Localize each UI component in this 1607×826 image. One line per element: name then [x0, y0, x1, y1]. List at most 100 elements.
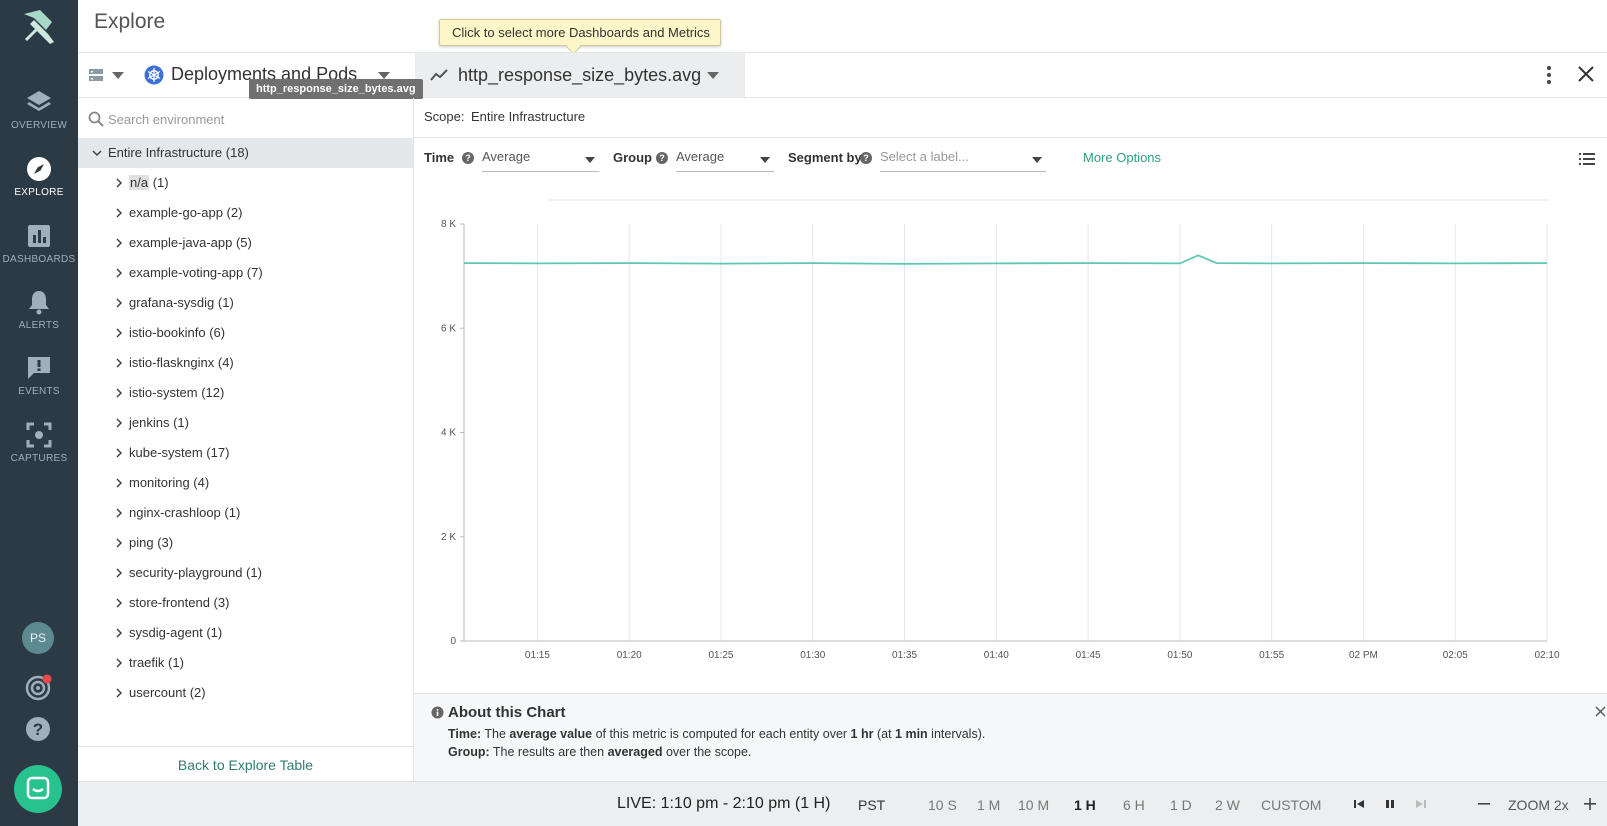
skip-forward-icon[interactable] — [1414, 797, 1428, 811]
layout-chevron-down-icon[interactable] — [112, 72, 124, 79]
chevron-right-icon[interactable] — [114, 658, 124, 668]
metric-selector-tab[interactable]: http_response_size_bytes.avg — [415, 53, 745, 97]
range-6h-button[interactable]: 6 H — [1123, 797, 1145, 813]
chevron-right-icon[interactable] — [114, 178, 124, 188]
chevron-right-icon[interactable] — [114, 508, 124, 518]
zoom-in-icon[interactable] — [1583, 797, 1597, 811]
radar-notification-icon[interactable] — [24, 674, 52, 702]
timezone-label[interactable]: PST — [858, 797, 885, 813]
grouping-chevron-down-icon[interactable] — [378, 72, 390, 79]
tree-item[interactable]: grafana-sysdig (1) — [78, 288, 413, 318]
page-title: Explore — [94, 10, 166, 33]
chevron-down-icon — [585, 157, 595, 163]
chevron-down-icon[interactable] — [92, 148, 102, 158]
zoom-out-icon[interactable] — [1477, 797, 1491, 811]
range-1h-button[interactable]: 1 H — [1074, 797, 1096, 813]
tree-item[interactable]: example-voting-app (7) — [78, 258, 413, 288]
tree-item[interactable]: example-go-app (2) — [78, 198, 413, 228]
group-agg-select[interactable]: Average — [676, 146, 774, 172]
more-options-link[interactable]: More Options — [1083, 150, 1161, 165]
chevron-right-icon[interactable] — [114, 208, 124, 218]
chevron-right-icon[interactable] — [114, 268, 124, 278]
group-help-icon[interactable]: ? — [656, 152, 668, 164]
tree-item[interactable]: istio-system (12) — [78, 378, 413, 408]
tree-item[interactable]: example-java-app (5) — [78, 228, 413, 258]
metric-hover-tooltip: http_response_size_bytes.avg — [249, 79, 423, 99]
tree-item[interactable]: nginx-crashloop (1) — [78, 498, 413, 528]
range-1m-button[interactable]: 1 M — [977, 797, 1000, 813]
scope-value[interactable]: Entire Infrastructure — [471, 109, 585, 124]
y-tick-label: 6 K — [441, 323, 456, 334]
nav-dashboards[interactable]: DASHBOARDS — [0, 222, 78, 284]
tree-item[interactable]: usercount (2) — [78, 678, 413, 708]
range-10s-button[interactable]: 10 S — [928, 797, 957, 813]
tree-item[interactable]: n/a (1) — [78, 168, 413, 198]
nav-explore[interactable]: EXPLORE — [0, 155, 78, 217]
legend-list-icon[interactable] — [1579, 152, 1595, 166]
time-agg-select[interactable]: Average — [482, 146, 599, 172]
line-chart: 01:15 01:20 01:25 01:30 01:35 01:40 01:45 01:50… — [441, 199, 1560, 661]
metric-chevron-down-icon[interactable] — [707, 72, 719, 79]
live-time-range[interactable]: LIVE: 1:10 pm - 2:10 pm (1 H) — [617, 795, 830, 813]
chevron-right-icon[interactable] — [114, 418, 124, 428]
chevron-right-icon[interactable] — [114, 538, 124, 548]
chevron-right-icon[interactable] — [114, 298, 124, 308]
nav-events[interactable]: EVENTS — [0, 354, 78, 416]
tree-item[interactable]: istio-flasknginx (4) — [78, 348, 413, 378]
more-vertical-icon[interactable] — [1543, 65, 1555, 85]
back-to-explore-table-link[interactable]: Back to Explore Table — [78, 746, 413, 781]
tree-item-count: (1) — [149, 175, 169, 190]
segment-by-placeholder: Select a label... — [880, 149, 969, 164]
tree-item-label: istio-flasknginx (4) — [129, 355, 234, 370]
range-10m-button[interactable]: 10 M — [1018, 797, 1049, 813]
tree-item-label: n/a (1) — [129, 175, 169, 190]
chevron-right-icon[interactable] — [114, 448, 124, 458]
search-input[interactable] — [108, 106, 398, 132]
tree-item-label: nginx-crashloop (1) — [129, 505, 241, 520]
nav-alerts-label: ALERTS — [18, 320, 60, 331]
y-tick-label: 2 K — [441, 532, 456, 543]
chevron-right-icon[interactable] — [114, 328, 124, 338]
tree-item[interactable]: jenkins (1) — [78, 408, 413, 438]
tree-item[interactable]: security-playground (1) — [78, 558, 413, 588]
nav-overview[interactable]: OVERVIEW — [0, 88, 78, 150]
user-avatar[interactable]: PS — [22, 622, 54, 654]
metric-chart[interactable]: 01:15 01:20 01:25 01:30 01:35 01:40 01:45 01:50… — [414, 190, 1607, 690]
chevron-right-icon[interactable] — [114, 388, 124, 398]
x-tick-label: 01:30 — [800, 650, 825, 661]
close-icon[interactable] — [1576, 64, 1596, 84]
segment-help-icon[interactable]: ? — [860, 152, 872, 164]
close-about-icon[interactable] — [1595, 706, 1606, 717]
compass-icon — [27, 157, 51, 181]
range-2w-button[interactable]: 2 W — [1215, 797, 1240, 813]
nav-alerts[interactable]: ALERTS — [0, 288, 78, 350]
chevron-right-icon[interactable] — [114, 358, 124, 368]
tree-item[interactable]: store-frontend (3) — [78, 588, 413, 618]
help-icon[interactable]: ? — [24, 715, 52, 743]
time-help-icon[interactable]: ? — [462, 152, 474, 164]
chevron-right-icon[interactable] — [114, 628, 124, 638]
tree-root-row[interactable]: Entire Infrastructure (18) — [78, 138, 413, 168]
pause-icon[interactable] — [1383, 797, 1397, 811]
chevron-right-icon[interactable] — [114, 238, 124, 248]
tree-item[interactable]: istio-bookinfo (6) — [78, 318, 413, 348]
sysdig-logo-icon[interactable] — [18, 6, 58, 46]
segment-by-select[interactable]: Select a label... — [880, 146, 1046, 172]
tree-item[interactable]: traefik (1) — [78, 648, 413, 678]
tree-item[interactable]: ping (3) — [78, 528, 413, 558]
tree-item[interactable]: kube-system (17) — [78, 438, 413, 468]
chat-launcher-button[interactable] — [14, 765, 62, 813]
nav-captures[interactable]: CAPTURES — [0, 421, 78, 483]
chevron-right-icon[interactable] — [114, 478, 124, 488]
highlighted-match: n/a — [129, 175, 150, 190]
tree-item[interactable]: sysdig-agent (1) — [78, 618, 413, 648]
chevron-right-icon[interactable] — [114, 598, 124, 608]
tree-root-label: Entire Infrastructure (18) — [108, 145, 249, 160]
range-1d-button[interactable]: 1 D — [1170, 797, 1192, 813]
chevron-right-icon[interactable] — [114, 688, 124, 698]
skip-back-icon[interactable] — [1352, 797, 1366, 811]
tree-item[interactable]: monitoring (4) — [78, 468, 413, 498]
time-agg-value: Average — [482, 149, 531, 164]
range-custom-button[interactable]: CUSTOM — [1261, 797, 1321, 813]
chevron-right-icon[interactable] — [114, 568, 124, 578]
